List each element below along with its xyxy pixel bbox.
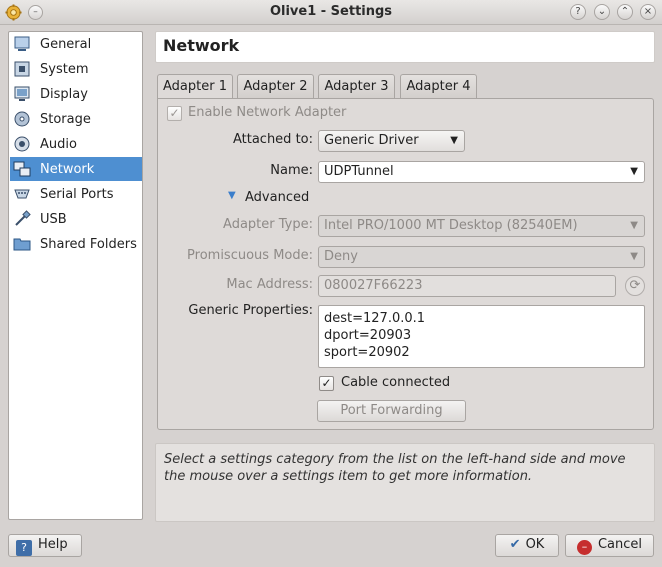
page-title: Network	[155, 31, 655, 63]
chevron-down-icon: ▼	[630, 220, 638, 231]
property-line: dest=127.0.0.1	[324, 311, 426, 326]
sidebar-item-storage[interactable]: Storage	[10, 107, 142, 131]
tab-adapter-1[interactable]: Adapter 1	[157, 74, 233, 100]
adapter-type-select[interactable]: Intel PRO/1000 MT Desktop (82540EM) ▼	[318, 215, 645, 237]
display-icon	[13, 85, 31, 103]
sidebar-item-network[interactable]: Network	[10, 157, 142, 181]
sidebar-item-label: System	[40, 61, 89, 77]
sidebar-item-shared-folders[interactable]: Shared Folders	[10, 232, 142, 256]
system-icon	[13, 60, 31, 78]
network-icon	[13, 160, 31, 178]
shared-folders-icon	[13, 235, 31, 253]
attached-to-select[interactable]: Generic Driver ▼	[318, 130, 465, 152]
minimize-icon[interactable]: ⌄	[594, 4, 610, 20]
sidebar-item-label: Display	[40, 86, 88, 102]
sidebar-item-general[interactable]: General	[10, 32, 142, 56]
sidebar-item-label: Storage	[40, 111, 91, 127]
tab-adapter-3[interactable]: Adapter 3	[318, 74, 395, 99]
ok-button[interactable]: ✔ OK	[495, 534, 559, 557]
promiscuous-mode-label: Promiscuous Mode:	[187, 248, 313, 263]
general-icon	[13, 35, 31, 53]
tab-adapter-2[interactable]: Adapter 2	[237, 74, 314, 99]
chevron-down-icon[interactable]: ▼	[630, 162, 638, 182]
sidebar-item-audio[interactable]: Audio	[10, 132, 142, 156]
adapter-type-label: Adapter Type:	[223, 217, 313, 232]
sidebar-item-serial-ports[interactable]: Serial Ports	[10, 182, 142, 206]
help-icon: ?	[16, 540, 32, 556]
cancel-button[interactable]: – Cancel	[565, 534, 654, 557]
generic-properties-label: Generic Properties:	[188, 303, 313, 318]
name-combo[interactable]: UDPTunnel ▼	[318, 161, 645, 183]
name-label: Name:	[270, 163, 313, 178]
enable-adapter-label: Enable Network Adapter	[188, 105, 347, 120]
info-text: Select a settings category from the list…	[155, 443, 655, 522]
title-bar[interactable]: – Olive1 - Settings ? ⌄ ⌃ ×	[0, 0, 662, 25]
port-forwarding-button[interactable]: Port Forwarding	[317, 400, 466, 422]
mac-address-field[interactable]: 080027F66223	[318, 275, 616, 297]
sidebar-item-usb[interactable]: USB	[10, 207, 142, 231]
enable-adapter-checkbox[interactable]: ✓	[167, 106, 182, 121]
sidebar-item-label: Shared Folders	[40, 236, 137, 252]
settings-sidebar: General System Display Storage Audio Net…	[8, 31, 143, 520]
storage-icon	[13, 110, 31, 128]
sidebar-item-label: Serial Ports	[40, 186, 114, 202]
sidebar-item-system[interactable]: System	[10, 57, 142, 81]
mac-address-label: Mac Address:	[226, 277, 313, 292]
chevron-down-icon: ▼	[450, 135, 458, 146]
advanced-toggle[interactable]: Advanced	[245, 190, 309, 205]
sidebar-item-display[interactable]: Display	[10, 82, 142, 106]
sidebar-item-label: General	[40, 36, 92, 52]
serial-ports-icon	[13, 185, 31, 203]
chevron-down-icon: ▼	[630, 251, 638, 262]
sidebar-item-label: Network	[40, 161, 95, 177]
sidebar-item-label: USB	[40, 211, 67, 227]
generic-properties-textarea[interactable]: dest=127.0.0.1 dport=20903 sport=20902	[318, 305, 645, 368]
tab-adapter-4[interactable]: Adapter 4	[400, 74, 477, 99]
adapter-panel: ✓ Enable Network Adapter Attached to: Ge…	[157, 98, 654, 430]
property-line: dport=20903	[324, 328, 412, 343]
refresh-mac-icon[interactable]: ⟳	[625, 276, 645, 296]
cable-connected-checkbox[interactable]: ✓	[319, 376, 334, 391]
attached-to-label: Attached to:	[232, 132, 313, 147]
window-title: Olive1 - Settings	[269, 4, 393, 19]
cable-connected-label: Cable connected	[341, 375, 451, 390]
checkmark-icon: ✔	[509, 537, 521, 552]
maximize-icon[interactable]: ⌃	[617, 4, 633, 20]
expand-triangle-icon[interactable]: ▼	[228, 190, 236, 201]
help-icon[interactable]: ?	[570, 4, 586, 20]
audio-icon	[13, 135, 31, 153]
promiscuous-mode-select[interactable]: Deny ▼	[318, 246, 645, 268]
sidebar-item-label: Audio	[40, 136, 77, 152]
property-line: sport=20902	[324, 345, 410, 360]
usb-icon	[13, 210, 31, 228]
close-icon[interactable]: ×	[640, 4, 656, 20]
help-button[interactable]: ? Help	[8, 534, 82, 557]
cancel-icon: –	[576, 540, 592, 555]
